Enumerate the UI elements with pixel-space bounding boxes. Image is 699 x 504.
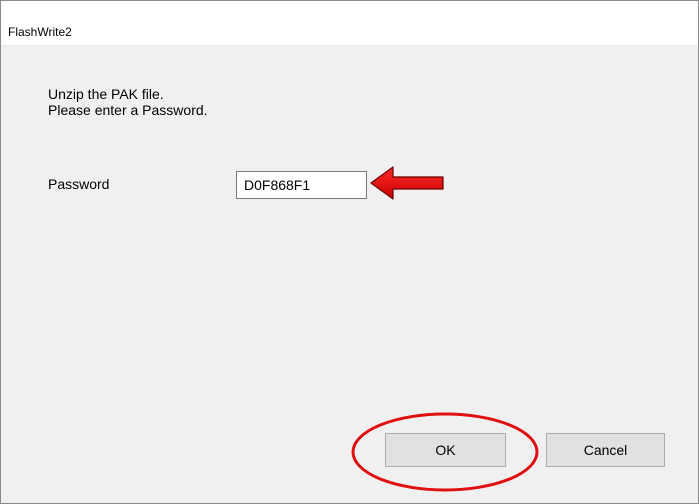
title-bar[interactable]: FlashWrite2	[1, 1, 698, 46]
red-ellipse-shape	[351, 412, 539, 492]
window-title: FlashWrite2	[8, 25, 72, 39]
message-line-enter-password: Please enter a Password.	[48, 102, 208, 118]
dialog-body: Unzip the PAK file. Please enter a Passw…	[1, 46, 698, 503]
red-arrow-shape	[370, 166, 444, 200]
password-input[interactable]	[236, 171, 367, 199]
message-line-unzip: Unzip the PAK file.	[48, 86, 164, 102]
flashwrite-dialog: FlashWrite2 Unzip the PAK file. Please e…	[0, 0, 699, 504]
password-label: Password	[48, 176, 110, 192]
red-circle-annotation	[351, 412, 539, 492]
cancel-button[interactable]: Cancel	[546, 433, 665, 467]
red-arrow-annotation	[370, 166, 444, 200]
